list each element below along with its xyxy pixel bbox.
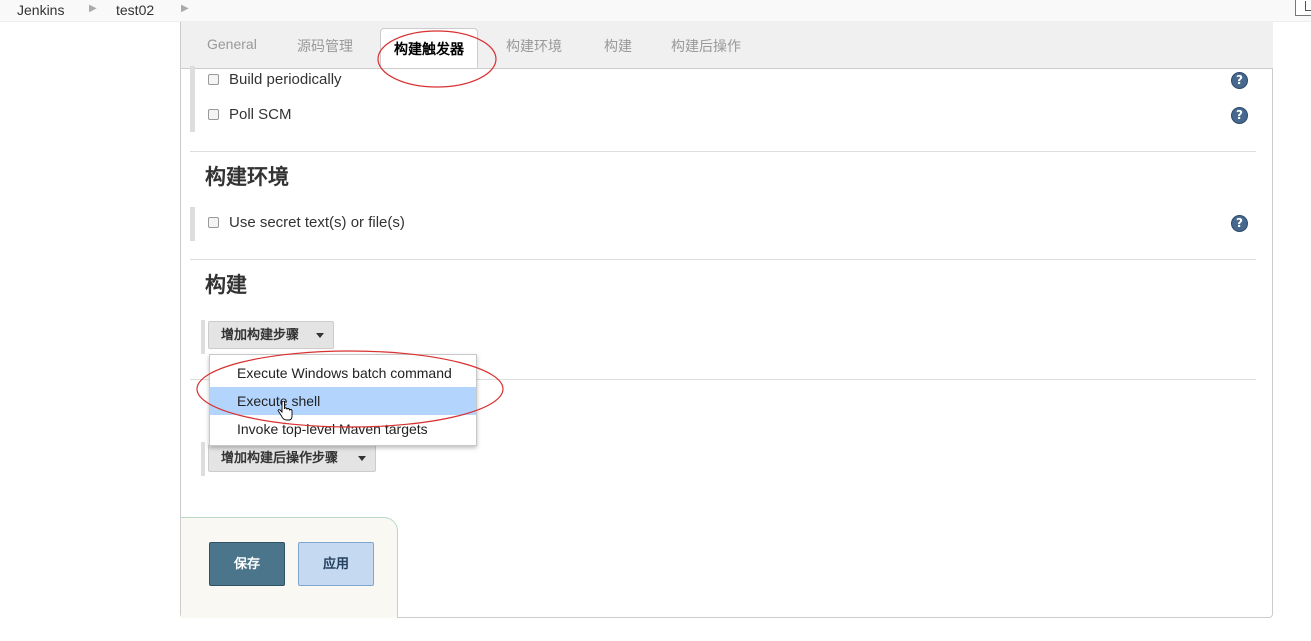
tab-build-triggers[interactable]: 构建触发器 <box>380 28 478 68</box>
section-divider <box>190 259 1256 260</box>
button-indent-bar <box>201 320 205 354</box>
breadcrumb-separator-icon[interactable]: ▶ <box>181 3 189 14</box>
button-indent-bar <box>201 442 205 476</box>
build-periodically-label[interactable]: Build periodically <box>229 71 342 88</box>
secret-text-checkbox[interactable] <box>208 217 219 228</box>
config-tab-bar: General 源码管理 构建触发器 构建环境 构建 构建后操作 <box>181 22 1273 69</box>
tab-general[interactable]: General <box>207 36 257 52</box>
section-divider <box>190 151 1256 152</box>
poll-scm-checkbox[interactable] <box>208 109 219 120</box>
form-action-bar: 保存 应用 <box>181 517 398 618</box>
build-heading: 构建 <box>205 274 247 297</box>
help-icon[interactable]: ? <box>1231 107 1248 124</box>
menu-item-execute-shell[interactable]: Execute shell <box>210 387 476 415</box>
hand-pointer-cursor-icon <box>277 401 293 421</box>
breadcrumb-separator-icon: ▶ <box>89 3 97 14</box>
caret-down-icon <box>358 456 366 461</box>
add-post-build-step-label: 增加构建后操作步骤 <box>221 450 339 465</box>
breadcrumb-jenkins-link[interactable]: Jenkins <box>17 2 64 18</box>
save-button[interactable]: 保存 <box>209 542 285 586</box>
sidepanel-toggle-icon[interactable] <box>1295 0 1311 16</box>
poll-scm-row: Poll SCM <box>190 101 1260 131</box>
breadcrumb: Jenkins ▶ test02 ▶ <box>0 0 1311 22</box>
breadcrumb-test02-link[interactable]: test02 <box>116 2 154 18</box>
tab-source-code-management[interactable]: 源码管理 <box>297 36 353 56</box>
tab-post-build-actions[interactable]: 构建后操作 <box>671 36 741 56</box>
menu-item-maven-targets[interactable]: Invoke top-level Maven targets <box>210 415 476 443</box>
build-periodically-checkbox[interactable] <box>208 74 219 85</box>
tab-build[interactable]: 构建 <box>604 36 632 56</box>
job-config-panel: General 源码管理 构建触发器 构建环境 构建 构建后操作 Build p… <box>180 22 1273 618</box>
tab-build-environment[interactable]: 构建环境 <box>506 36 562 56</box>
add-build-step-label: 增加构建步骤 <box>221 327 300 342</box>
add-build-step-button[interactable]: 增加构建步骤 <box>208 321 334 349</box>
poll-scm-label[interactable]: Poll SCM <box>229 106 292 123</box>
build-step-menu: Execute Windows batch command Execute sh… <box>209 354 477 446</box>
menu-item-windows-batch[interactable]: Execute Windows batch command <box>210 359 476 387</box>
add-post-build-step-button[interactable]: 增加构建后操作步骤 <box>208 444 376 472</box>
help-icon[interactable]: ? <box>1231 215 1248 232</box>
secret-text-label[interactable]: Use secret text(s) or file(s) <box>229 214 405 231</box>
secret-text-row: Use secret text(s) or file(s) <box>190 207 1260 241</box>
help-icon[interactable]: ? <box>1231 72 1248 89</box>
build-environment-heading: 构建环境 <box>205 166 289 189</box>
section-indent-bar <box>190 207 195 241</box>
apply-button[interactable]: 应用 <box>298 542 374 586</box>
build-periodically-row: Build periodically <box>190 66 1260 96</box>
caret-down-icon <box>316 333 324 338</box>
